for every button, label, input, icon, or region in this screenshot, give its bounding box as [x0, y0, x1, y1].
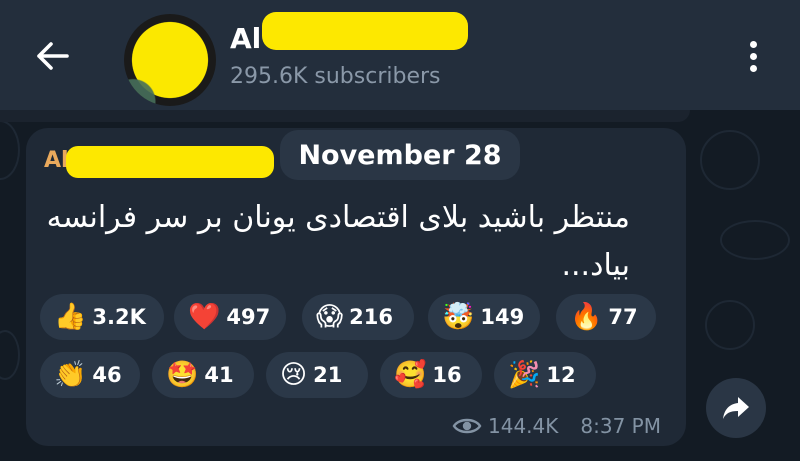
wallpaper-doodle [720, 220, 790, 260]
wallpaper-doodle [705, 300, 755, 350]
reaction-count: 41 [204, 363, 234, 387]
share-arrow-icon [723, 397, 749, 419]
redaction-mark [66, 146, 274, 178]
view-count: 144.4K [488, 414, 559, 438]
forward-button[interactable] [706, 378, 766, 438]
chat-screen: Al 295.6K subscribers Al November 28 منت… [0, 0, 800, 461]
reaction-thumbs-up[interactable]: 👍 3.2K [40, 294, 164, 340]
crying-face-icon: 😢 [280, 360, 308, 390]
heart-icon: ❤️ [188, 302, 221, 332]
channel-title[interactable]: Al [230, 22, 261, 55]
message-meta: 144.4K 8:37 PM [452, 414, 661, 438]
more-vertical-icon [749, 52, 757, 60]
more-options-button[interactable] [738, 34, 768, 78]
star-struck-icon: 🤩 [166, 360, 199, 390]
header-shadow [0, 110, 690, 122]
redaction-mark [262, 12, 468, 50]
arrow-left-icon [37, 42, 69, 70]
wallpaper-doodle [0, 120, 20, 180]
reaction-count: 46 [92, 363, 122, 387]
reaction-scream[interactable]: 😱 216 [302, 294, 414, 340]
sender-name[interactable]: Al [44, 148, 69, 173]
eye-icon [452, 418, 482, 434]
date-separator: November 28 [280, 130, 520, 180]
avatar-overlay [124, 14, 216, 106]
scream-face-icon: 😱 [316, 302, 344, 332]
mind-blown-icon: 🤯 [442, 302, 475, 332]
reaction-party[interactable]: 🎉 12 [494, 352, 596, 398]
reaction-count: 216 [349, 305, 393, 329]
reaction-count: 77 [608, 305, 638, 329]
wallpaper-doodle [700, 130, 760, 190]
reaction-heart[interactable]: ❤️ 497 [174, 294, 286, 340]
reaction-crying[interactable]: 😢 21 [266, 352, 368, 398]
reaction-fire[interactable]: 🔥 77 [556, 294, 656, 340]
back-button[interactable] [28, 32, 76, 80]
reaction-smiling-hearts[interactable]: 🥰 16 [380, 352, 482, 398]
thumbs-up-icon: 👍 [54, 302, 87, 332]
more-vertical-icon [749, 64, 757, 72]
reaction-clap[interactable]: 👏 46 [40, 352, 140, 398]
reaction-count: 16 [432, 363, 462, 387]
message-time: 8:37 PM [580, 414, 661, 438]
reaction-count: 12 [546, 363, 576, 387]
reaction-count: 149 [480, 305, 525, 329]
smiling-hearts-icon: 🥰 [394, 360, 427, 390]
fire-icon: 🔥 [570, 302, 603, 332]
clapping-hands-icon: 👏 [54, 360, 87, 390]
reaction-count: 3.2K [92, 305, 146, 329]
reaction-count: 21 [313, 363, 343, 387]
reaction-count: 497 [226, 305, 271, 329]
wallpaper-doodle [0, 330, 20, 380]
subscriber-count: 295.6K subscribers [230, 64, 441, 89]
more-vertical-icon [749, 40, 757, 48]
party-popper-icon: 🎉 [508, 360, 541, 390]
reaction-mind-blown[interactable]: 🤯 149 [428, 294, 540, 340]
reaction-star-struck[interactable]: 🤩 41 [152, 352, 254, 398]
message-text: منتظر باشید بلای اقتصادی یونان بر سر فرا… [46, 200, 630, 283]
